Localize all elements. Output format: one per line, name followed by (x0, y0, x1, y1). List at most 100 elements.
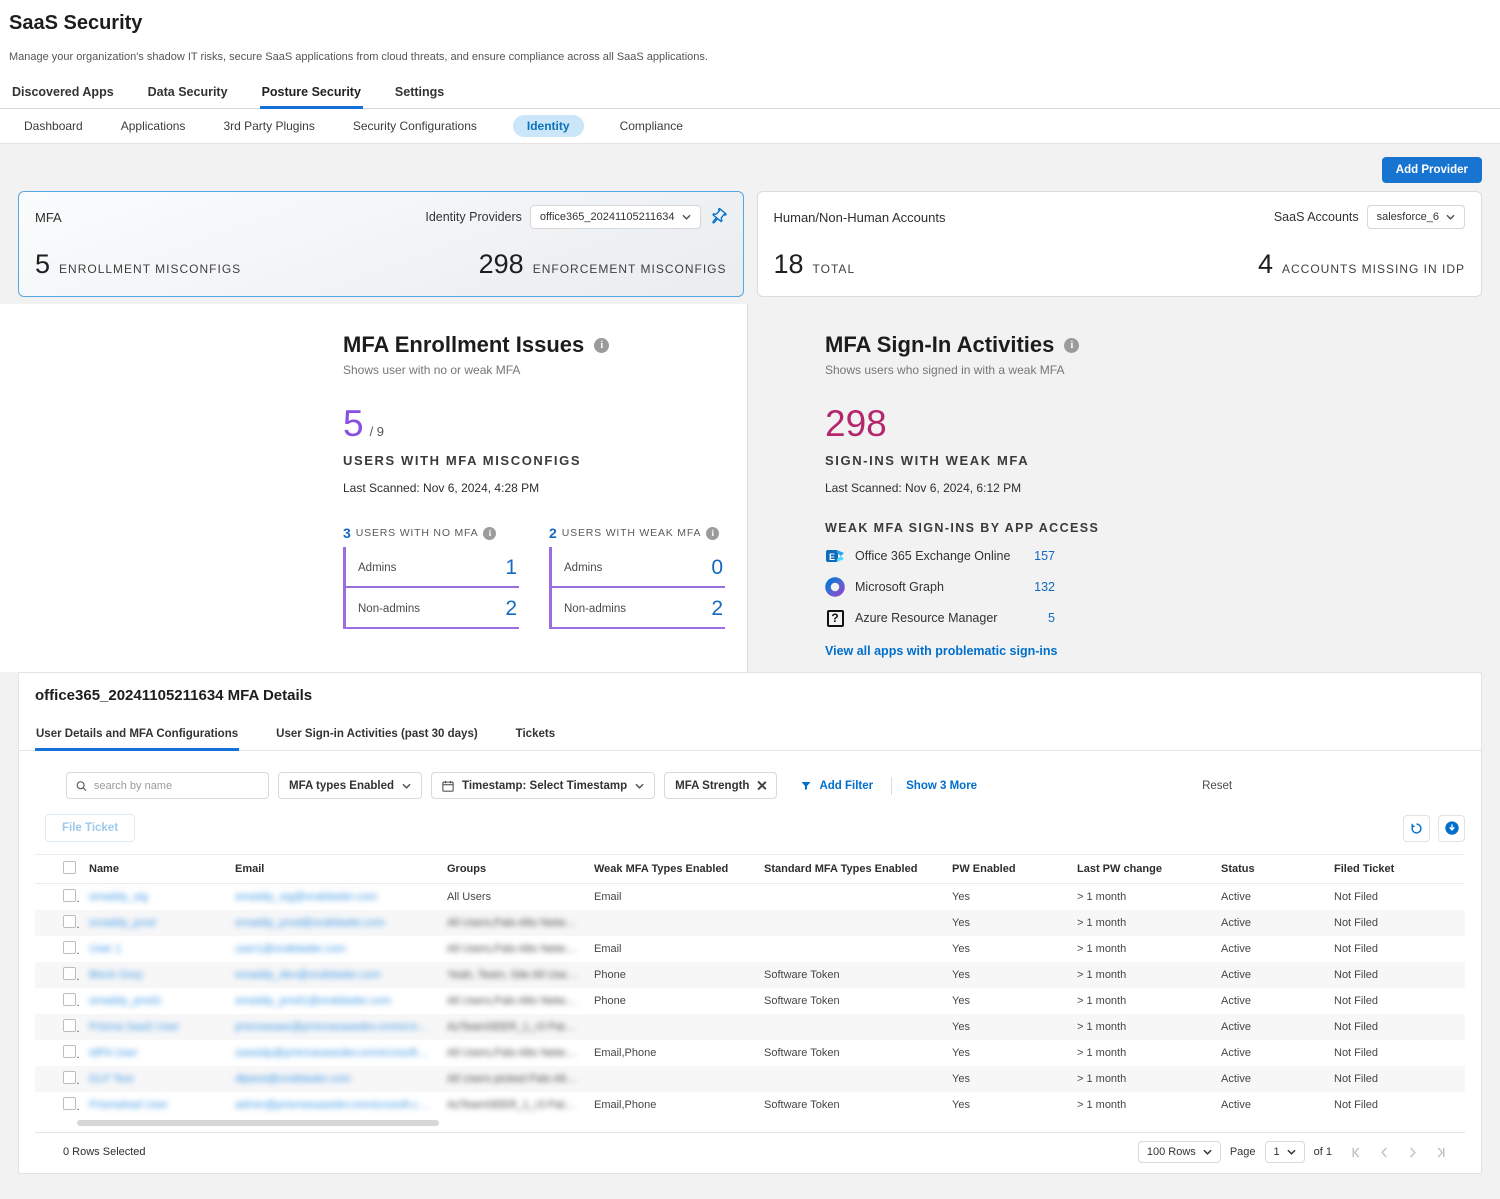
tab-settings[interactable]: Settings (393, 81, 446, 108)
filed-ticket-cell: Not Filed (1326, 1066, 1465, 1092)
tab-data-security[interactable]: Data Security (146, 81, 230, 108)
user-name-link[interactable]: smaddy_prod (81, 910, 227, 936)
subtab-identity[interactable]: Identity (513, 115, 584, 137)
saas-accounts-select[interactable]: salesforce_6 (1367, 205, 1465, 229)
pw-enabled-cell: Yes (944, 1092, 1069, 1118)
search-input[interactable] (94, 780, 259, 792)
table-row[interactable]: smaddy_sig smaddy_sig@oralidader.com All… (35, 884, 1465, 911)
mfa-types-filter[interactable]: MFA types Enabled (278, 772, 422, 799)
user-email-link[interactable]: admin@prismasaasdev.onmicrosoft.com (227, 1092, 439, 1118)
table-row[interactable]: smaddy_prod1 smaddy_prod1@oralidader.com… (35, 988, 1465, 1014)
table-row[interactable]: DLP Test dlptest@oralidader.com All User… (35, 1066, 1465, 1092)
accounts-card[interactable]: Human/Non-Human Accounts SaaS Accounts s… (757, 191, 1483, 297)
row-checkbox[interactable] (63, 941, 76, 954)
tab-tickets[interactable]: Tickets (515, 724, 556, 750)
subtab-compliance[interactable]: Compliance (618, 115, 685, 137)
row-checkbox[interactable] (63, 915, 76, 928)
page-select[interactable]: 1 (1265, 1141, 1305, 1163)
row-checkbox[interactable] (63, 967, 76, 980)
refresh-button[interactable] (1403, 815, 1430, 842)
add-filter-button[interactable]: Add Filter (800, 780, 873, 792)
status-cell: Active (1213, 936, 1326, 962)
table-row[interactable]: Prisma SaaS User prismasaas@prismasaasde… (35, 1014, 1465, 1040)
weak-mfa-cell: Email,Phone (586, 1092, 756, 1118)
user-email-link[interactable]: smaddy_prod@oralidader.com (227, 910, 439, 936)
show-more-link[interactable]: Show 3 More (906, 780, 977, 792)
user-email-link[interactable]: prismasaas@prismasaasdev.onmicrosoft.com (227, 1014, 439, 1040)
user-email-link[interactable]: user1@oralidader.com (227, 936, 439, 962)
rows-per-page-select[interactable]: 100 Rows (1138, 1141, 1221, 1163)
main-tabs: Discovered Apps Data Security Posture Se… (0, 63, 1500, 109)
subtab-security-configurations[interactable]: Security Configurations (351, 115, 479, 137)
user-email-link[interactable]: smaddy_dev@oralidader.com (227, 962, 439, 988)
status-cell: Active (1213, 1040, 1326, 1066)
row-checkbox[interactable] (63, 1097, 76, 1110)
add-provider-button[interactable]: Add Provider (1382, 157, 1482, 183)
user-name-link[interactable]: IdPA User (81, 1040, 227, 1066)
row-checkbox[interactable] (63, 1019, 76, 1032)
no-mfa-admins-row: Admins 1 (346, 547, 519, 588)
search-box[interactable] (66, 772, 269, 799)
table-row[interactable]: Block Grey smaddy_dev@oralidader.com Yea… (35, 962, 1465, 988)
subtab-dashboard[interactable]: Dashboard (22, 115, 85, 137)
download-button[interactable] (1438, 815, 1465, 842)
last-page-icon[interactable] (1431, 1143, 1449, 1161)
weak-signins-label: SIGN-INS WITH WEAK MFA (825, 453, 1500, 468)
first-page-icon[interactable] (1347, 1143, 1365, 1161)
mfa-card[interactable]: MFA Identity Providers office365_2024110… (18, 191, 744, 297)
file-ticket-button[interactable]: File Ticket (45, 814, 135, 842)
horizontal-scrollbar[interactable] (77, 1120, 439, 1126)
row-checkbox[interactable] (63, 1045, 76, 1058)
info-icon[interactable]: i (483, 527, 496, 540)
timestamp-filter-label: Timestamp: Select Timestamp (462, 780, 627, 792)
user-email-link[interactable]: smaddy_prod1@oralidader.com (227, 988, 439, 1014)
select-all-checkbox[interactable] (63, 861, 76, 874)
info-icon[interactable]: i (594, 338, 609, 353)
user-email-link[interactable]: dlptest@oralidader.com (227, 1066, 439, 1092)
user-name-link[interactable]: DLP Test (81, 1066, 227, 1092)
info-icon[interactable]: i (706, 527, 719, 540)
user-name-link[interactable]: smaddy_prod1 (81, 988, 227, 1014)
user-name-link[interactable]: Block Grey (81, 962, 227, 988)
page-label: Page (1230, 1146, 1256, 1158)
row-checkbox[interactable] (63, 1071, 76, 1084)
mfa-strength-chip[interactable]: MFA Strength (664, 772, 777, 799)
user-name-link[interactable]: Prisma SaaS User (81, 1014, 227, 1040)
info-icon[interactable]: i (1064, 338, 1079, 353)
status-cell: Active (1213, 884, 1326, 911)
user-name-link[interactable]: smaddy_sig (81, 884, 227, 911)
last-pw-change-cell: > 1 month (1069, 1040, 1213, 1066)
row-checkbox[interactable] (63, 993, 76, 1006)
view-all-apps-link[interactable]: View all apps with problematic sign-ins (825, 644, 1057, 658)
pin-icon[interactable] (705, 204, 730, 229)
app-count[interactable]: 5 (1048, 611, 1055, 625)
page-subtitle: Manage your organization's shadow IT ris… (0, 35, 1500, 63)
prev-page-icon[interactable] (1375, 1143, 1393, 1161)
table-row[interactable]: smaddy_prod smaddy_prod@oralidader.com A… (35, 910, 1465, 936)
next-page-icon[interactable] (1403, 1143, 1421, 1161)
user-name-link[interactable]: Prismahad User (81, 1092, 227, 1118)
close-icon[interactable] (757, 781, 766, 790)
weak-mfa-cell (586, 1014, 756, 1040)
table-row[interactable]: User 1 user1@oralidader.com All Users,Pa… (35, 936, 1465, 962)
tab-discovered-apps[interactable]: Discovered Apps (10, 81, 116, 108)
table-row[interactable]: IdPA User saasidp@prismasaasdev.onmicros… (35, 1040, 1465, 1066)
app-count[interactable]: 132 (1034, 580, 1055, 594)
subtab-3rd-party-plugins[interactable]: 3rd Party Plugins (221, 115, 316, 137)
tab-posture-security[interactable]: Posture Security (260, 81, 363, 108)
user-name-link[interactable]: User 1 (81, 936, 227, 962)
tab-user-details-mfa-configurations[interactable]: User Details and MFA Configurations (35, 724, 239, 750)
timestamp-filter[interactable]: Timestamp: Select Timestamp (431, 772, 655, 799)
user-email-link[interactable]: saasidp@prismasaasdev.onmicrosoft.com (227, 1040, 439, 1066)
row-value: 2 (711, 597, 723, 621)
app-count[interactable]: 157 (1034, 549, 1055, 563)
subtab-applications[interactable]: Applications (119, 115, 188, 137)
reset-button[interactable]: Reset (1202, 780, 1232, 792)
user-email-link[interactable]: smaddy_sig@oralidader.com (227, 884, 439, 911)
identity-providers-select[interactable]: office365_20241105211634 (530, 205, 701, 229)
tab-user-signin-activities[interactable]: User Sign-in Activities (past 30 days) (275, 724, 479, 750)
row-checkbox[interactable] (63, 889, 76, 902)
pw-enabled-cell: Yes (944, 910, 1069, 936)
table-row[interactable]: Prismahad User admin@prismasaasdev.onmic… (35, 1092, 1465, 1118)
weak-mfa-cell (586, 910, 756, 936)
